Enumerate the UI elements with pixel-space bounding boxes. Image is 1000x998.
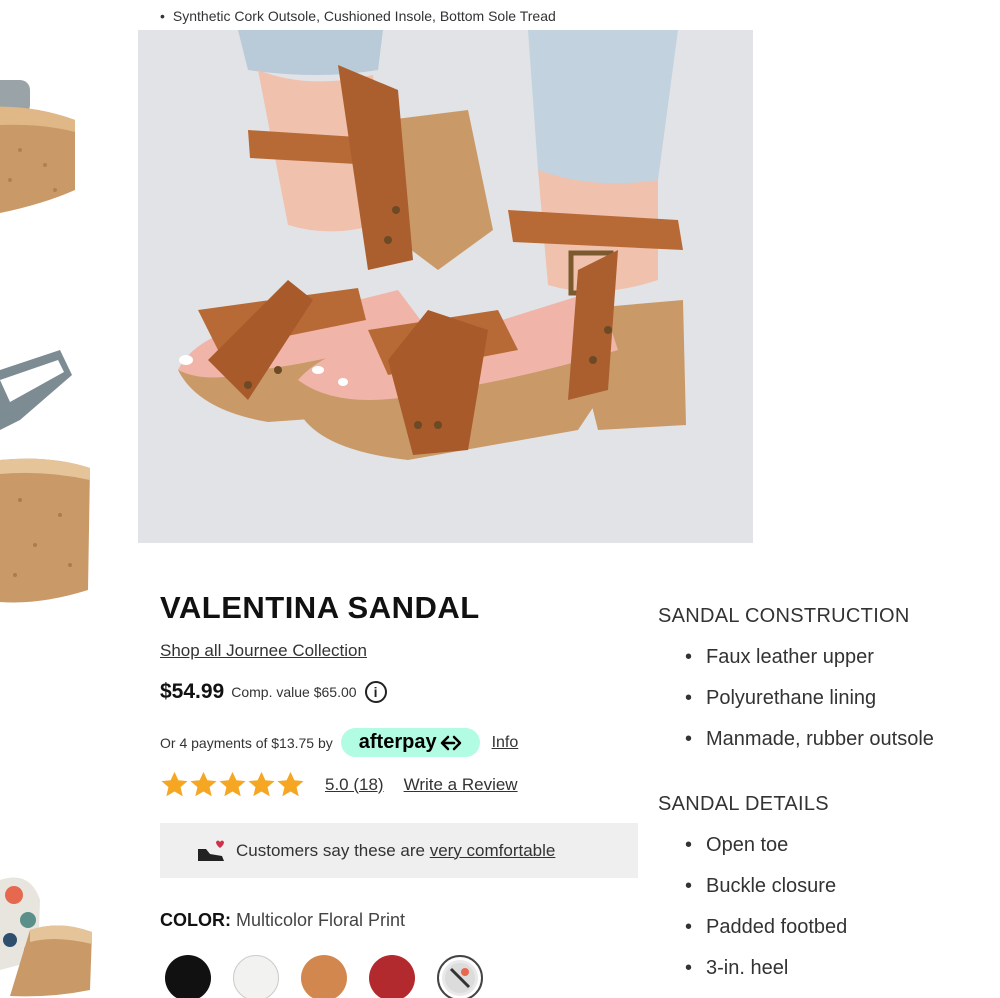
floral-pattern-icon (445, 963, 475, 993)
price: $54.99 (160, 680, 225, 703)
rating-row: 5.0 (18) Write a Review (160, 770, 518, 799)
color-row: COLOR: Multicolor Floral Print (160, 910, 405, 931)
construction-item: Manmade, rubber outsole (685, 728, 934, 769)
swatch-red[interactable] (369, 955, 415, 998)
thumbnail-2[interactable] (0, 340, 95, 610)
comfort-text: Customers say these are very comfortable (236, 841, 555, 861)
comfort-prefix: Customers say these are (236, 840, 430, 860)
afterpay-logo-text: afterpay (358, 731, 437, 753)
construction-item: Polyurethane lining (685, 687, 934, 728)
comfort-banner: Customers say these are very comfortable (160, 823, 638, 878)
star-icon (161, 771, 188, 797)
color-value: Multicolor Floral Print (231, 910, 406, 930)
installments-row: Or 4 payments of $13.75 by afterpay Info (160, 728, 518, 757)
details-item: Open toe (685, 834, 847, 875)
construction-item: Faux leather upper (685, 646, 934, 687)
afterpay-info-link[interactable]: Info (492, 734, 519, 752)
construction-list: Faux leather upper Polyurethane lining M… (685, 646, 934, 769)
details-list: Open toe Buckle closure Padded footbed 3… (685, 834, 847, 998)
details-item: Buckle closure (685, 875, 847, 916)
afterpay-badge[interactable]: afterpay (340, 728, 480, 757)
thumbnail-1[interactable] (0, 70, 80, 220)
swatch-tan[interactable] (301, 955, 347, 998)
details-item: Padded footbed (685, 916, 847, 957)
swatch-black[interactable] (165, 955, 211, 998)
construction-heading: SANDAL CONSTRUCTION (658, 605, 910, 627)
installments-text: Or 4 payments of $13.75 by (160, 734, 333, 751)
shop-collection-link[interactable]: Shop all Journee Collection (160, 641, 367, 661)
write-review-link[interactable]: Write a Review (404, 775, 518, 795)
afterpay-arrows-icon (440, 735, 461, 750)
shoe-heart-icon (198, 840, 224, 861)
info-icon[interactable]: i (364, 681, 387, 703)
thumbnail-3[interactable] (0, 860, 95, 998)
color-swatches (165, 955, 505, 998)
comfort-link[interactable]: very comfortable (430, 841, 556, 860)
product-title: VALENTINA SANDAL (160, 590, 480, 625)
star-rating[interactable] (160, 770, 305, 799)
product-photo (138, 30, 753, 543)
comp-value: Comp. value $65.00 (231, 684, 357, 700)
star-icon (248, 771, 275, 797)
details-heading: SANDAL DETAILS (658, 793, 829, 815)
star-icon (277, 771, 304, 797)
price-row: $54.99 Comp. value $65.00 i (160, 680, 387, 704)
color-label: COLOR: (160, 910, 231, 930)
swatch-multicolor-selected[interactable] (437, 955, 483, 998)
swatch-white[interactable] (233, 955, 279, 998)
star-icon (190, 771, 217, 797)
rating-count-link[interactable]: 5.0 (18) (325, 775, 384, 795)
feature-bullet: Synthetic Cork Outsole, Cushioned Insole… (160, 8, 556, 24)
details-item: 3-in. heel (685, 957, 847, 998)
star-icon (219, 771, 246, 797)
